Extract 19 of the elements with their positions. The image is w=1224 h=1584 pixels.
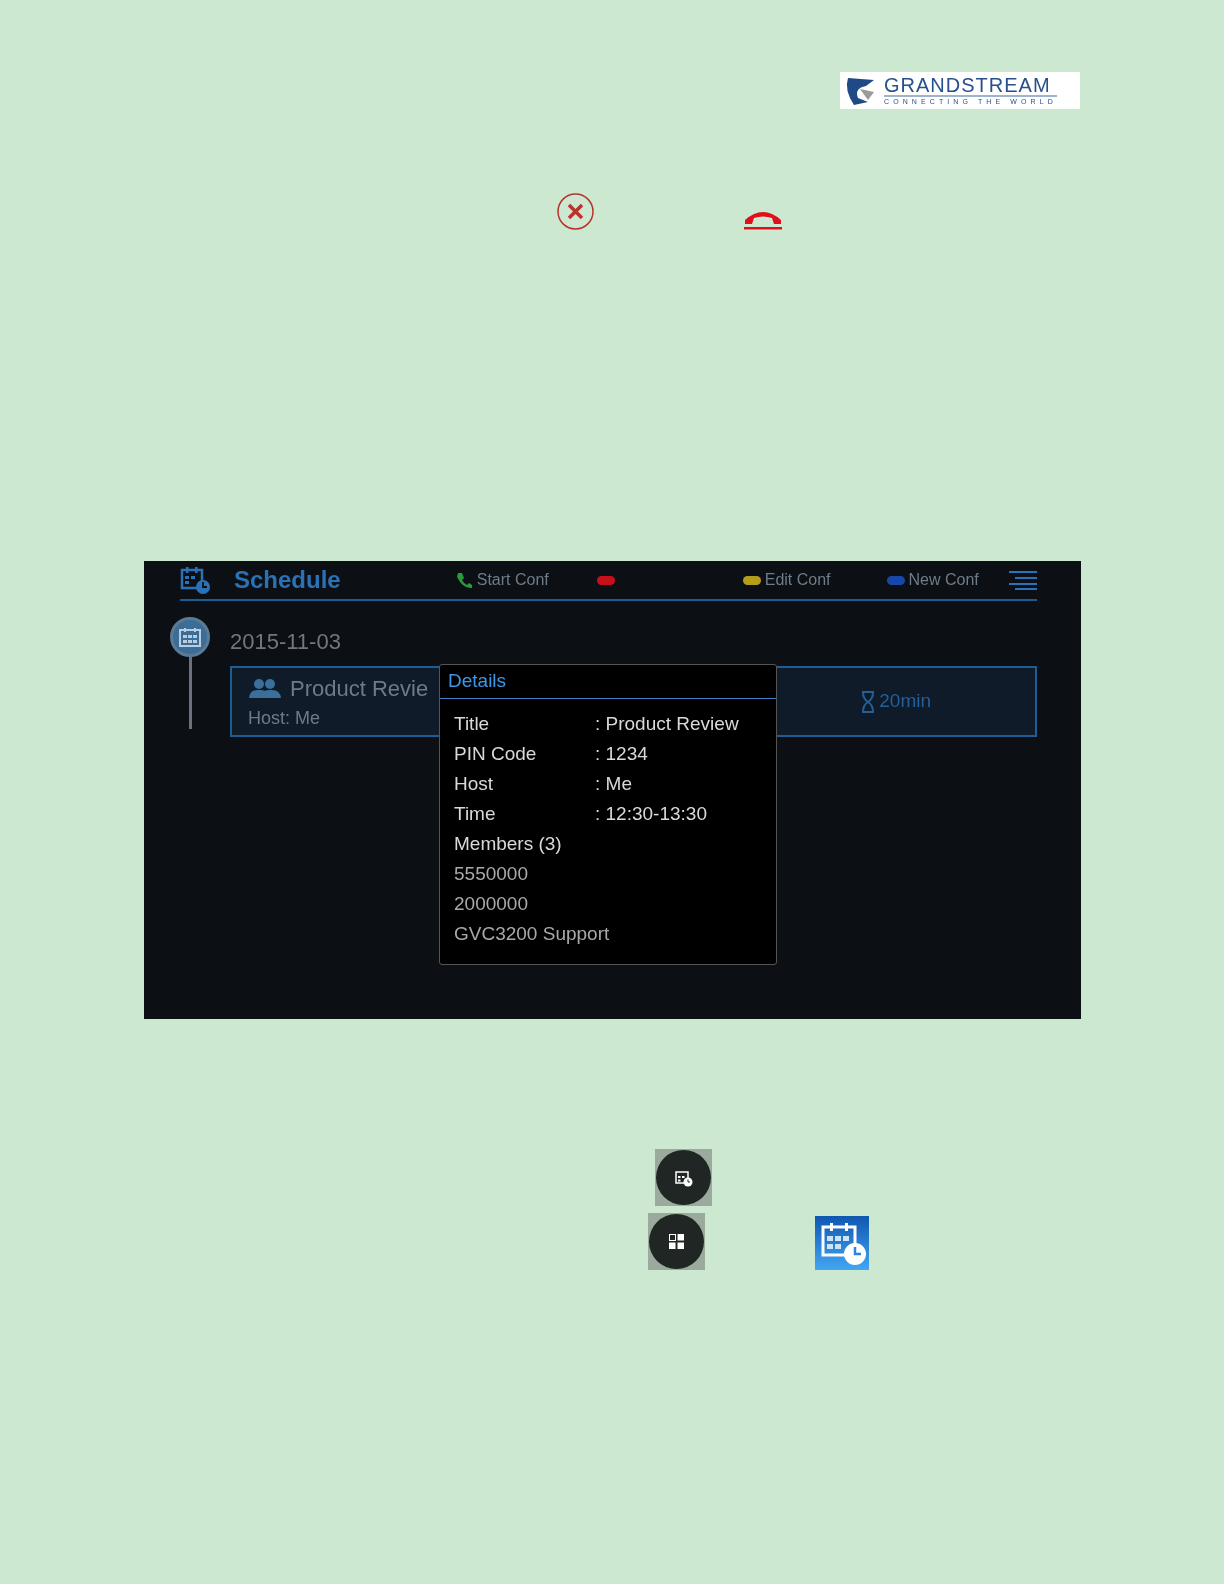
- date-heading: 2015-11-03: [230, 628, 342, 656]
- field-value: : 1234: [595, 741, 648, 766]
- dialog-title: Details: [440, 665, 776, 699]
- field-label: PIN Code: [454, 741, 538, 766]
- members-heading: Members (3): [454, 831, 563, 856]
- field-label: Host: [454, 771, 495, 796]
- member-name: 2000000: [454, 891, 529, 916]
- screen-title: Schedule: [234, 565, 341, 595]
- brand-name: GRANDSTREAM: [884, 74, 1057, 97]
- meeting-host: Host: Me: [248, 706, 322, 730]
- member-name: GVC3200 Support: [454, 921, 611, 946]
- field-label: Title: [454, 711, 491, 736]
- meeting-title: Product Revie: [290, 674, 429, 703]
- field-value: : Product Review: [595, 711, 739, 736]
- field-value: : Me: [595, 771, 632, 796]
- field-label: Time: [454, 801, 497, 826]
- member-name: 5550000: [454, 861, 529, 886]
- meeting-duration: 20min: [879, 689, 931, 714]
- field-value: : 12:30-13:30: [595, 801, 707, 826]
